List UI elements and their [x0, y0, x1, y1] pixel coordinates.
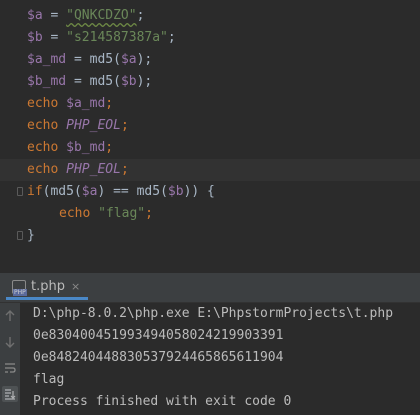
console-command-line: D:\php-8.0.2\php.exe E:\PhpstormProjects…	[33, 306, 394, 321]
code-token: =	[42, 8, 67, 23]
code-token: ;	[136, 8, 145, 23]
code-token: echo	[27, 118, 67, 133]
code-line-2[interactable]: $b = "s214587387a";	[0, 27, 420, 49]
code-token: $b	[120, 74, 137, 89]
code-token: PHP_EOL	[66, 162, 121, 177]
code-token: if	[27, 184, 43, 199]
code-line-1-text: $a = "QNKCDZO";	[27, 5, 144, 27]
code-token: "QNKCDZO"	[66, 8, 137, 23]
code-line-11-text: }	[27, 225, 35, 247]
code-line-1[interactable]: $a = "QNKCDZO";	[0, 5, 420, 27]
code-token: $a_md	[66, 96, 106, 111]
code-token: }	[27, 228, 35, 243]
tab-label: t.php	[31, 279, 65, 294]
php-icon-text: PHP	[13, 288, 27, 296]
code-line-9[interactable]: if(md5($a) == md5($b)) {	[0, 181, 420, 203]
code-token: ;	[167, 30, 176, 45]
code-line-9-text: if(md5($a) == md5($b)) {	[27, 181, 215, 203]
code-token: =	[66, 52, 90, 67]
code-token: =	[42, 30, 67, 45]
code-token: $b_md	[27, 74, 67, 89]
scroll-down-icon[interactable]	[2, 334, 18, 350]
code-token: md5(	[89, 52, 121, 67]
code-token: ;	[144, 74, 153, 89]
code-line-5-text: echo $a_md;	[27, 93, 113, 115]
console-toolbar	[0, 303, 20, 415]
run-tab-t-php[interactable]: PHP t.php ×	[6, 276, 88, 300]
code-line-8-current[interactable]: echo PHP_EOL;	[0, 159, 420, 181]
code-token: ;	[105, 140, 114, 155]
code-token: ;	[145, 206, 153, 221]
scroll-up-icon[interactable]	[2, 308, 18, 324]
code-line-5[interactable]: echo $a_md;	[0, 93, 420, 115]
code-token: "s214587387a"	[66, 30, 168, 45]
panel-divider[interactable]	[0, 253, 420, 273]
code-line-2-text: $b = "s214587387a";	[27, 27, 176, 49]
console-exit-line: Process finished with exit code 0	[33, 394, 292, 409]
code-token: echo	[27, 140, 67, 155]
console-output-line: flag	[33, 372, 65, 387]
code-token: echo	[59, 206, 99, 221]
code-line-6-text: echo PHP_EOL;	[27, 115, 129, 137]
code-line-6[interactable]: echo PHP_EOL;	[0, 115, 420, 137]
code-line-10-text: echo "flag";	[59, 203, 153, 225]
code-line-3[interactable]: $a_md = md5($a);	[0, 49, 420, 71]
code-line-4-text: $b_md = md5($b);	[27, 71, 152, 93]
code-token: )) {	[183, 184, 215, 199]
code-line-4[interactable]: $b_md = md5($b);	[0, 71, 420, 93]
code-token: echo	[27, 162, 67, 177]
soft-wrap-icon[interactable]	[2, 360, 18, 376]
scroll-to-end-icon[interactable]	[2, 386, 18, 402]
code-token: $a	[81, 184, 98, 199]
code-token: "flag"	[98, 206, 146, 221]
code-token: PHP_EOL	[66, 118, 121, 133]
code-line-3-text: $a_md = md5($a);	[27, 49, 152, 71]
fold-end-icon[interactable]	[17, 231, 23, 240]
code-token: md5(	[89, 74, 121, 89]
fold-toggle-icon[interactable]	[17, 187, 23, 196]
code-token: (md5(	[42, 184, 82, 199]
code-token: $b_md	[66, 140, 106, 155]
code-token: echo	[27, 96, 67, 111]
code-line-7[interactable]: echo $b_md;	[0, 137, 420, 159]
code-line-10[interactable]: echo "flag";	[0, 203, 420, 225]
code-token: $a_md	[27, 52, 67, 67]
close-icon[interactable]: ×	[71, 280, 80, 293]
run-console[interactable]: D:\php-8.0.2\php.exe E:\PhpstormProjects…	[0, 303, 420, 415]
code-token: $b	[167, 184, 184, 199]
code-token: ;	[120, 118, 129, 133]
code-token: ;	[105, 96, 114, 111]
code-token: ;	[144, 52, 153, 67]
code-token: ) == md5(	[97, 184, 168, 199]
code-line-7-text: echo $b_md;	[27, 137, 113, 159]
code-token: $a	[120, 52, 137, 67]
code-token: ;	[120, 162, 129, 177]
php-file-icon: PHP	[12, 279, 27, 296]
code-editor[interactable]: $a = "QNKCDZO"; $b = "s214587387a"; $a_m…	[0, 0, 420, 253]
console-output-line: 0e830400451993494058024219903391	[33, 328, 284, 343]
console-output-line: 0e848240448830537924465865611904	[33, 350, 284, 365]
code-token: $a	[27, 8, 43, 23]
code-line-8-text: echo PHP_EOL;	[27, 159, 129, 181]
code-token: $b	[27, 30, 43, 45]
code-line-11[interactable]: }	[0, 225, 420, 247]
code-token: =	[66, 74, 90, 89]
run-tab-bar: PHP t.php ×	[0, 273, 420, 303]
